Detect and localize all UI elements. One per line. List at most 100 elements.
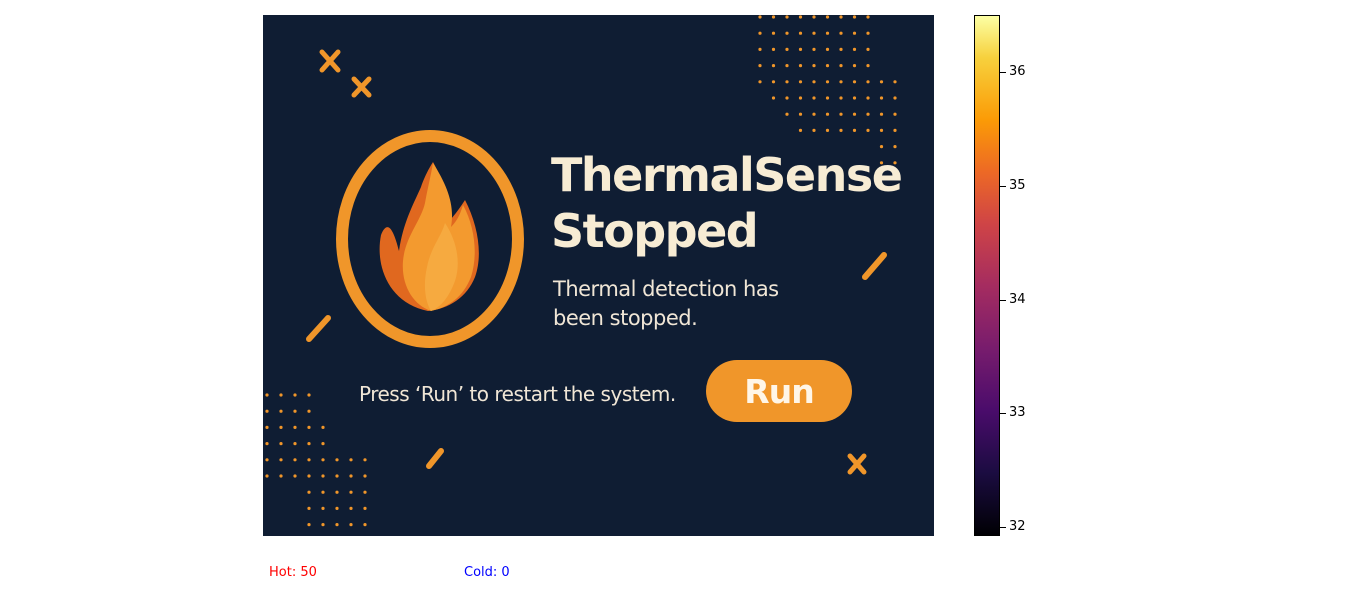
subtitle-line-1: Thermal detection has (553, 277, 779, 301)
decor-dot (798, 112, 803, 116)
decor-dot (812, 128, 816, 132)
decor-dot (321, 490, 325, 494)
colorbar-tick (1000, 186, 1006, 187)
decor-dot (812, 31, 816, 35)
decor-dot (335, 490, 339, 494)
run-button[interactable]: Run (706, 360, 852, 422)
decor-dot (265, 458, 269, 462)
colorbar-label: 32 (1009, 519, 1026, 534)
decor-dot (866, 64, 870, 68)
decor-dot (785, 96, 789, 100)
decor-dot (265, 442, 269, 446)
colorbar-label: 36 (1009, 64, 1026, 79)
flame-icon (336, 130, 524, 348)
decor-dot (798, 96, 803, 100)
decor-dot (307, 458, 311, 462)
decor-dot (879, 128, 884, 132)
colorbar-tick (1000, 300, 1006, 301)
decor-dot (825, 112, 830, 116)
hot-count: Hot: 50 (269, 565, 317, 580)
decor-dot (771, 96, 776, 100)
decor-dot (785, 112, 789, 116)
decor-dot (812, 112, 816, 116)
decor-dot (852, 31, 857, 35)
decor-dot (265, 425, 269, 429)
decor-dot (893, 112, 897, 116)
decor-dot (798, 15, 803, 19)
decor-dot (293, 425, 297, 429)
decor-dot (363, 523, 367, 527)
decor-dot (785, 31, 789, 35)
decor-dot (879, 112, 884, 116)
decor-dot (307, 474, 311, 478)
decor-dot (812, 96, 816, 100)
decor-dot (825, 96, 830, 100)
subtitle-line-2: been stopped. (553, 306, 698, 330)
decor-dot (265, 474, 269, 478)
decor-dot (758, 15, 762, 19)
decor-dot (798, 47, 803, 52)
decor-dot (839, 128, 843, 132)
decor-dot (771, 47, 776, 52)
decor-dot (866, 128, 870, 132)
decor-dot (866, 15, 870, 19)
decor-dot (321, 474, 325, 478)
decor-dot (279, 393, 283, 397)
decor-dot (321, 506, 325, 510)
decor-dot (825, 64, 830, 68)
decor-dot (363, 506, 367, 510)
decor-dot (771, 31, 776, 35)
cold-count: Cold: 0 (464, 565, 510, 580)
title-line-1: ThermalSense (551, 148, 903, 202)
decor-dot (279, 409, 283, 413)
banner-title: ThermalSense Stopped (551, 147, 903, 259)
decor-dot (852, 47, 857, 52)
decor-dot (839, 80, 843, 84)
decor-dot (839, 15, 843, 19)
decor-dot (293, 442, 297, 446)
decor-dot (852, 80, 857, 84)
restart-prompt: Press ‘Run’ to restart the system. (359, 382, 676, 406)
dash-mark (306, 315, 331, 342)
decor-dot (825, 47, 830, 52)
decor-dot (307, 442, 311, 446)
decor-dot (771, 80, 776, 84)
decor-dot (866, 96, 870, 100)
decor-dot (852, 96, 857, 100)
title-line-2: Stopped (551, 204, 759, 258)
decor-dot (771, 15, 776, 19)
decor-dot (349, 506, 353, 510)
decor-dot (293, 474, 297, 478)
decor-dot (307, 506, 311, 510)
decor-dot (825, 80, 830, 84)
temperature-colorbar (974, 15, 1000, 536)
decor-dot (798, 64, 803, 68)
decor-dot (758, 47, 762, 52)
decor-dot (265, 409, 269, 413)
decor-dot (279, 474, 283, 478)
decor-dot (279, 442, 283, 446)
decor-dot (866, 80, 870, 84)
decor-dot (825, 15, 830, 19)
decor-dot (839, 31, 843, 35)
decor-dot (879, 80, 884, 84)
decor-dot (758, 80, 762, 84)
decor-dot (771, 64, 776, 68)
decor-dot (321, 458, 325, 462)
decor-dot (279, 425, 283, 429)
decor-dot (758, 31, 762, 35)
decor-dot (812, 47, 816, 52)
decor-dot (852, 112, 857, 116)
colorbar-tick (1000, 527, 1006, 528)
decor-dot (839, 112, 843, 116)
colorbar-label: 34 (1009, 292, 1026, 307)
decor-dot (866, 47, 870, 52)
decor-dot (307, 490, 311, 494)
decor-dot (866, 31, 870, 35)
decor-dot (335, 458, 339, 462)
colorbar-tick (1000, 72, 1006, 73)
decor-dot (785, 15, 789, 19)
decor-dot (839, 47, 843, 52)
decor-dot (335, 506, 339, 510)
decor-dot (825, 128, 830, 132)
